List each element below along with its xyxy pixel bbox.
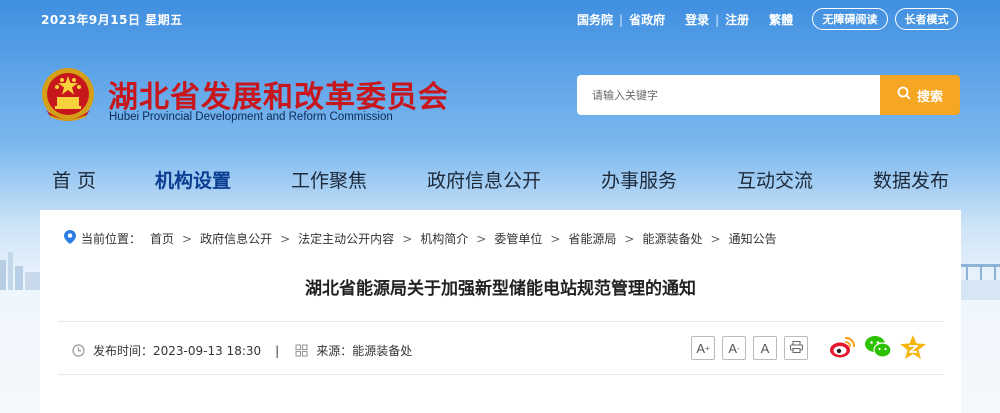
site-title: 湖北省发展和改革委员会: [108, 80, 449, 115]
accessible-reading-button[interactable]: 无障碍阅读: [812, 8, 888, 30]
clock-icon: [72, 344, 85, 357]
nav-item-services[interactable]: 办事服务: [601, 166, 677, 193]
chevron-right-icon: >: [402, 231, 413, 246]
meta-info: 发布时间：2023-09-13 18:30 | 来源：能源装备处: [72, 342, 412, 359]
nav-item-gov-info[interactable]: 政府信息公开: [427, 166, 541, 193]
font-decrease-button[interactable]: A-: [722, 336, 746, 360]
chevron-right-icon: >: [280, 231, 291, 246]
nav-item-data-release[interactable]: 数据发布: [873, 166, 949, 193]
breadcrumb-equipment-division[interactable]: 能源装备处: [642, 230, 702, 247]
site-subtitle: Hubei Provincial Development and Reform …: [109, 111, 393, 123]
nav-item-home[interactable]: 首 页: [52, 166, 96, 193]
location-pin-icon: [64, 230, 76, 247]
login-link[interactable]: 登录: [685, 11, 709, 28]
search-icon: [897, 86, 911, 104]
font-reset-button[interactable]: A: [753, 336, 777, 360]
breadcrumb: 当前位置： 首页 > 政府信息公开 > 法定主动公开内容 > 机构简介 > 委管…: [64, 230, 777, 247]
chevron-right-icon: >: [624, 231, 635, 246]
register-link[interactable]: 注册: [725, 11, 749, 28]
top-links: 国务院 | 省政府 登录 | 注册 繁體: [577, 11, 793, 28]
print-button[interactable]: [784, 336, 808, 360]
qzone-star-icon: [899, 334, 927, 364]
chevron-right-icon: >: [550, 231, 561, 246]
breadcrumb-gov-info[interactable]: 政府信息公开: [200, 230, 272, 247]
national-emblem-icon: [40, 66, 96, 126]
chevron-right-icon: >: [710, 231, 721, 246]
nav-item-interaction[interactable]: 互动交流: [737, 166, 813, 193]
search-field-container: [577, 75, 881, 115]
chevron-right-icon: >: [476, 231, 487, 246]
breadcrumb-org-intro[interactable]: 机构简介: [420, 230, 468, 247]
content-panel: 当前位置： 首页 > 政府信息公开 > 法定主动公开内容 > 机构简介 > 委管…: [40, 210, 961, 413]
chevron-right-icon: >: [182, 231, 193, 246]
article-source: 来源：能源装备处: [316, 344, 413, 358]
breadcrumb-statutory[interactable]: 法定主动公开内容: [298, 230, 394, 247]
breadcrumb-notices[interactable]: 通知公告: [729, 230, 777, 247]
search-button-label: 搜索: [916, 89, 943, 105]
breadcrumb-home[interactable]: 首页: [150, 230, 174, 247]
link-provincial-gov[interactable]: 省政府: [629, 11, 665, 28]
reading-tools: A + A- A: [691, 336, 808, 360]
meta-divider: |: [275, 343, 280, 358]
search-button[interactable]: 搜索: [880, 75, 960, 115]
printer-icon: [789, 340, 803, 356]
top-bar: 2023年9月15日 星期五 国务院 | 省政府 登录 | 注册 繁體 无障碍阅…: [0, 0, 1000, 38]
source-icon: [295, 344, 308, 357]
elder-mode-button[interactable]: 长者模式: [895, 8, 958, 30]
current-date: 2023年9月15日 星期五: [41, 13, 183, 27]
separator: |: [715, 12, 720, 27]
breadcrumb-units[interactable]: 委管单位: [494, 230, 542, 247]
share-qzone-button[interactable]: [899, 334, 927, 364]
share-wechat-button[interactable]: [864, 334, 892, 364]
weibo-icon: [828, 334, 856, 364]
share-weibo-button[interactable]: [828, 334, 856, 364]
article-meta: 发布时间：2023-09-13 18:30 | 来源：能源装备处 A + A- A: [58, 321, 943, 375]
nav-item-organization[interactable]: 机构设置: [155, 166, 231, 193]
wechat-icon: [864, 334, 892, 364]
font-increase-button[interactable]: A +: [691, 336, 715, 360]
main-nav: 首 页 机构设置 工作聚焦 政府信息公开 办事服务 互动交流 数据发布: [0, 166, 1000, 196]
breadcrumb-energy-bureau[interactable]: 省能源局: [568, 230, 616, 247]
traditional-chinese-link[interactable]: 繁體: [769, 11, 793, 28]
breadcrumb-label: 当前位置：: [81, 232, 142, 246]
link-state-council[interactable]: 国务院: [577, 11, 613, 28]
bridge-decoration: [961, 230, 1000, 300]
search-input[interactable]: [577, 75, 881, 115]
scenery-decoration: [0, 240, 40, 300]
article-title: 湖北省能源局关于加强新型储能电站规范管理的通知: [305, 279, 696, 299]
nav-item-work-focus[interactable]: 工作聚焦: [291, 166, 367, 193]
publish-time: 发布时间：2023-09-13 18:30: [93, 344, 262, 358]
separator: |: [619, 12, 624, 27]
